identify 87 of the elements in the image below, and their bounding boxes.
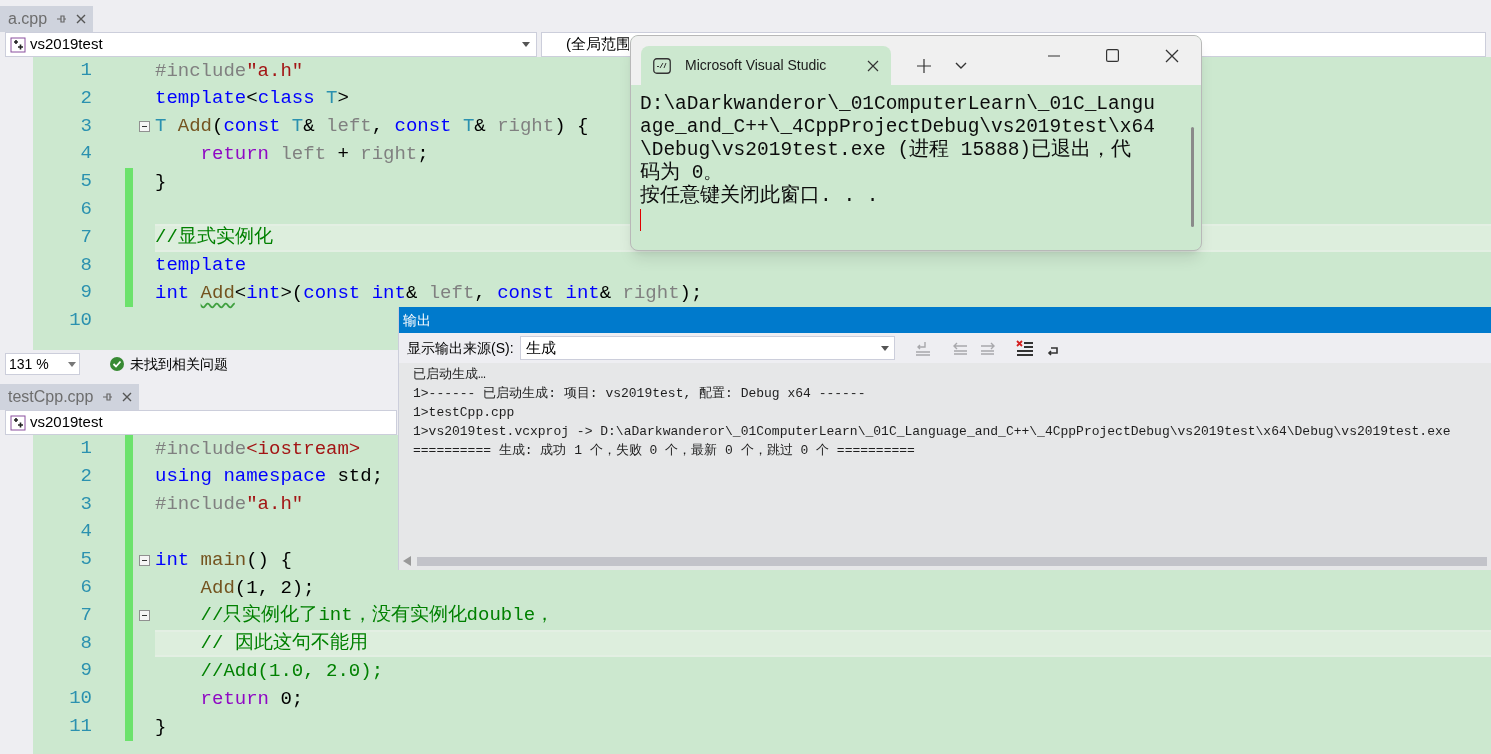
code-line: #include"a.h": [155, 58, 304, 84]
code-line: template<class T>: [155, 86, 349, 112]
output-line: 1>vs2019test.vcxproj -> D:\aDarkwanderor\_01ComputerLearn\_01C_Language_and_C++\_4CppProjectDebug\vs2019test\x64\Debug\vs2019test.exe: [413, 423, 1452, 441]
code-line: int Add<int>(const int& left, const int& right);: [155, 281, 703, 307]
output-line: ========== 生成: 成功 1 个，失败 0 个，最新 0 个，跳过 0 个 ==========: [413, 442, 916, 460]
issues-status: 未找到相关问题: [130, 354, 228, 374]
console-line: age_and_C++\_4CppProjectDebug\vs2019test\x64: [640, 116, 1155, 138]
console-tab[interactable]: Microsoft Visual Studic: [641, 46, 891, 85]
line-number: 9: [79, 280, 92, 306]
code-line: Add(1, 2);: [199, 575, 315, 601]
line-number: 10: [68, 686, 92, 712]
clear-all-icon[interactable]: [1014, 339, 1035, 357]
vertical-scrollbar[interactable]: [1191, 127, 1194, 227]
project-icon: [10, 36, 26, 53]
source-dropdown[interactable]: 生成: [519, 336, 895, 360]
collapse-icon[interactable]: [138, 121, 150, 132]
pin-icon[interactable]: [55, 13, 68, 25]
line-number: 1: [79, 58, 92, 83]
code-line: int main() {: [155, 547, 292, 573]
close-icon[interactable]: [75, 13, 88, 25]
output-line: 1>------ 已启动生成: 项目: vs2019test, 配置: Debug x64 ------: [413, 385, 867, 403]
caret-icon: [522, 42, 530, 47]
chevron-down-icon[interactable]: [955, 62, 967, 69]
close-icon[interactable]: [867, 59, 879, 72]
tab-label: a.cpp: [8, 9, 48, 29]
collapse-icon[interactable]: [138, 610, 150, 622]
horizontal-scrollbar[interactable]: [399, 552, 1491, 570]
close-icon[interactable]: [121, 391, 134, 403]
code-line: //只实例化了int，没有实例化double，: [199, 603, 555, 629]
code-line: #include"a.h": [155, 492, 304, 518]
line-number: 8: [79, 630, 92, 656]
line-number: 10: [68, 308, 92, 334]
project-name: vs2019test: [30, 412, 104, 433]
left-arrow-icon: [403, 556, 411, 566]
pin-icon[interactable]: [101, 391, 114, 403]
line-number: 1: [79, 436, 92, 461]
line-number: 5: [79, 169, 92, 195]
line-number: 2: [79, 85, 92, 111]
code-line: return left + right;: [199, 142, 429, 168]
line-number: 4: [79, 519, 92, 545]
file-tab[interactable]: testCpp.cpp: [0, 384, 140, 410]
code-line: #include<iostream>: [155, 436, 361, 462]
console-line: D:\aDarkwanderor\_01ComputerLearn\_01C_Langu: [640, 93, 1155, 116]
code-line: using namespace std;: [155, 464, 384, 490]
file-tab[interactable]: a.cpp: [0, 6, 94, 32]
project-icon: [10, 414, 26, 431]
close-icon[interactable]: [1165, 48, 1179, 63]
project-name: vs2019test: [30, 34, 104, 55]
code-line: //Add(1.0, 2.0);: [199, 659, 384, 685]
line-number: 6: [79, 575, 92, 600]
minimize-icon[interactable]: [1048, 54, 1060, 57]
line-number: 2: [79, 463, 92, 489]
line-number: 7: [79, 224, 92, 250]
line-number: 8: [79, 252, 92, 278]
code-line: }: [155, 714, 167, 740]
code-line: //显式实例化: [155, 225, 273, 251]
code-line: template: [155, 253, 247, 279]
line-number: 3: [79, 113, 92, 139]
source-label: 显示输出来源(S):: [407, 338, 514, 358]
line-number: 11: [68, 713, 92, 739]
terminal-icon: [653, 57, 671, 74]
line-number: 3: [79, 491, 92, 517]
line-number: 7: [79, 602, 92, 628]
console-line: 按任意键关闭此窗口. . .: [640, 185, 880, 208]
plus-icon[interactable]: [917, 58, 931, 73]
console-line: \Debug\vs2019test.exe (进程 15888)已退出，代: [640, 139, 1133, 161]
project-dropdown[interactable]: vs2019test: [5, 410, 397, 435]
panel-title: 输出: [403, 310, 431, 330]
output-line: 已启动生成…: [413, 366, 487, 384]
zoom-dropdown[interactable]: 131 %: [5, 353, 80, 375]
line-number: 4: [79, 141, 92, 167]
tab-label: testCpp.cpp: [8, 387, 94, 407]
code-line: T Add(const T& left, const T& right) {: [155, 114, 589, 140]
line-number: 9: [79, 658, 92, 684]
check-circle-icon: [110, 357, 124, 371]
collapse-icon[interactable]: [138, 554, 150, 566]
output-line: 1>testCpp.cpp: [413, 404, 516, 422]
code-line: // 因此这句不能用: [199, 631, 368, 657]
scope-dropdown[interactable]: (全局范围: [541, 32, 629, 57]
code-line: return 0;: [199, 686, 304, 712]
caret-icon: [68, 361, 76, 367]
line-number: 5: [79, 547, 92, 573]
code-line: }: [155, 169, 167, 195]
project-dropdown[interactable]: vs2019test: [5, 32, 537, 57]
console-line: 码为 0。: [640, 162, 725, 184]
line-number: 6: [79, 197, 92, 222]
maximize-icon[interactable]: [1106, 49, 1119, 62]
